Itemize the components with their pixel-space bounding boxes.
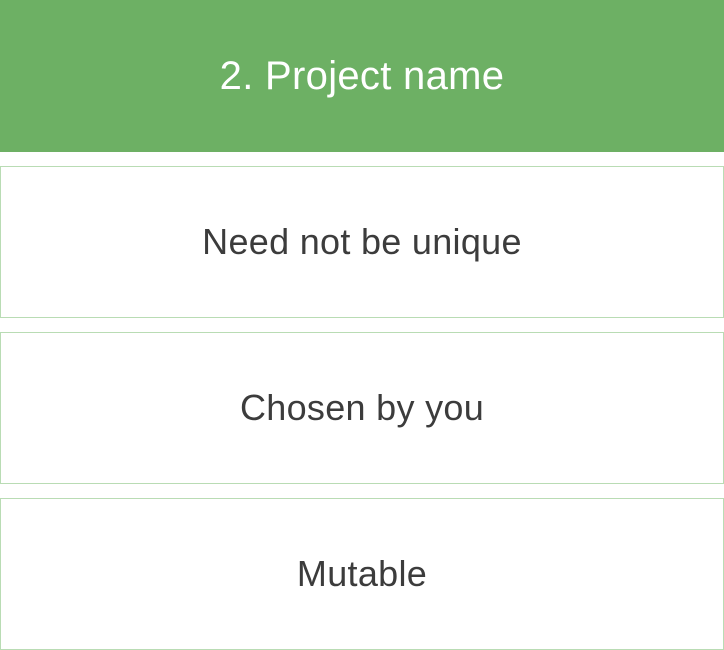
- property-card-unique: Need not be unique: [0, 166, 724, 318]
- header-title: 2. Project name: [219, 53, 505, 98]
- property-label: Need not be unique: [202, 221, 522, 262]
- slide-page: 2. Project name Need not be unique Chose…: [0, 0, 724, 650]
- property-label: Mutable: [296, 553, 428, 594]
- property-label: Chosen by you: [239, 387, 485, 428]
- project-name-header: 2. Project name: [0, 0, 724, 152]
- property-card-mutable: Mutable: [0, 498, 724, 650]
- property-card-chosen: Chosen by you: [0, 332, 724, 484]
